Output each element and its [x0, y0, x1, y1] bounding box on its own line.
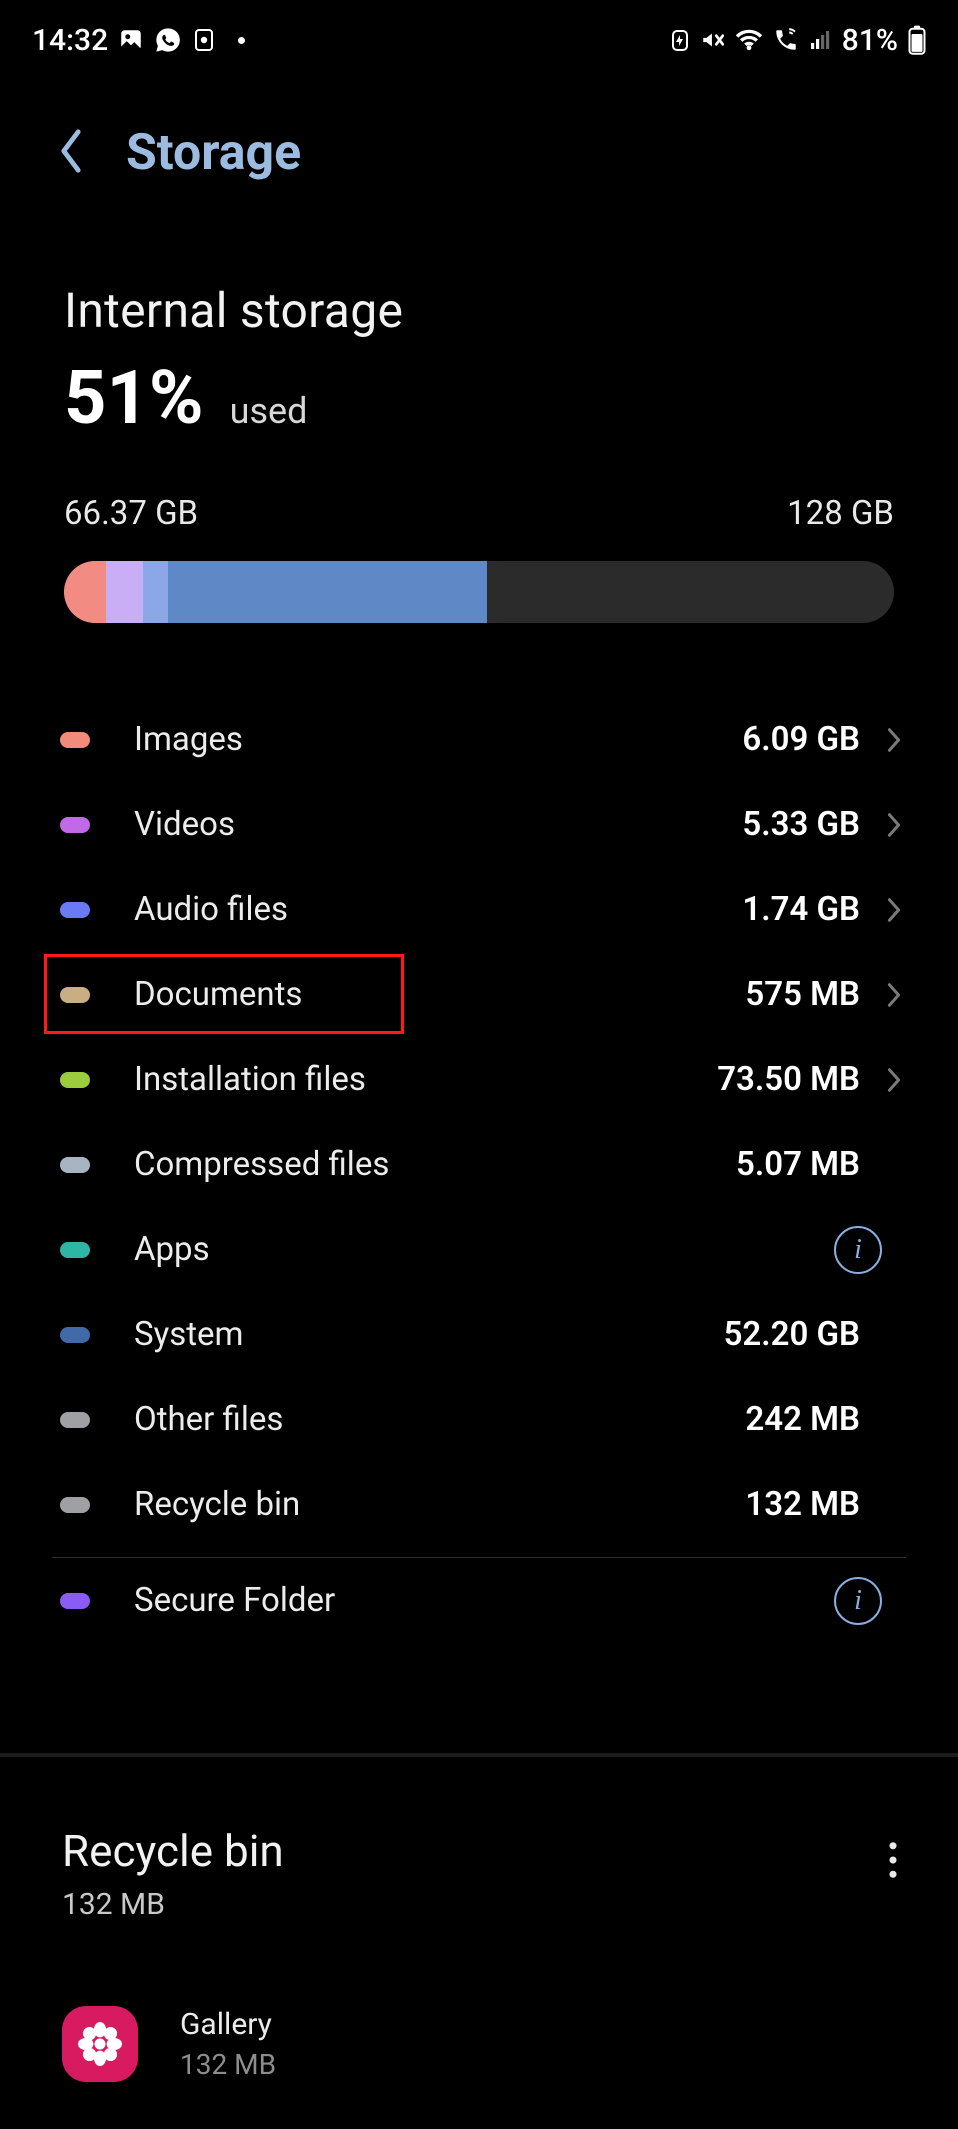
recycle-bin-subtitle: 132 MB [62, 1887, 284, 1922]
chevron-right-icon [882, 1066, 906, 1094]
installation-chip [60, 1072, 90, 1088]
gallery-size: 132 MB [180, 2048, 276, 2081]
chevron-right-icon [882, 981, 906, 1009]
total-gb: 128 GB [787, 494, 894, 533]
storage-item-system: System52.20 GB [52, 1292, 906, 1377]
status-left: 14:32 [32, 23, 245, 58]
used-label: used [230, 390, 308, 442]
apps-chip [60, 1242, 90, 1258]
recycle-bin-title: Recycle bin [62, 1825, 284, 1877]
usage-bar-segment [168, 561, 488, 623]
app-header: Storage [0, 70, 958, 182]
status-bar: 14:32 81% [0, 0, 958, 70]
secure-folder-row-wrapper: Secure Folder i [0, 1558, 958, 1643]
storage-item-label: Images [134, 720, 742, 759]
storage-item-compressed: Compressed files5.07 MB [52, 1122, 906, 1207]
used-gb: 66.37 GB [64, 494, 198, 533]
storage-item-documents[interactable]: Documents575 MB [52, 952, 906, 1037]
info-icon[interactable]: i [834, 1226, 882, 1274]
storage-item-value: 1.74 GB [742, 890, 860, 929]
more-icon[interactable] [888, 1825, 898, 1883]
storage-item-label: Compressed files [134, 1145, 736, 1184]
storage-summary: Internal storage 51% used 66.37 GB 128 G… [0, 182, 958, 623]
storage-item-recyclebin: Recycle bin132 MB [52, 1462, 906, 1547]
battery-icon [908, 25, 926, 55]
mute-icon [700, 27, 726, 53]
back-icon[interactable] [56, 127, 86, 179]
usage-bar-segment [64, 561, 106, 623]
usage-bar-segment [143, 561, 168, 623]
storage-item-videos[interactable]: Videos5.33 GB [52, 782, 906, 867]
compressed-chip [60, 1157, 90, 1173]
secure-folder-label: Secure Folder [134, 1581, 834, 1620]
gallery-label: Gallery [180, 2007, 276, 2042]
storage-item-label: Installation files [134, 1060, 717, 1099]
usage-bar-segment [106, 561, 143, 623]
audio-chip [60, 902, 90, 918]
storage-item-label: Videos [134, 805, 742, 844]
recycle-bin-header: Recycle bin 132 MB [0, 1757, 958, 1922]
wifi-icon [734, 28, 764, 52]
storage-item-label: Other files [134, 1400, 745, 1439]
gallery-app-icon [62, 2006, 138, 2082]
battery-text: 81% [842, 23, 898, 58]
storage-item-label: Documents [134, 975, 745, 1014]
storage-item-value: 242 MB [745, 1400, 860, 1439]
storage-item-other: Other files242 MB [52, 1377, 906, 1462]
status-right: 81% [668, 23, 926, 58]
other-chip [60, 1412, 90, 1428]
documents-chip [60, 987, 90, 1003]
gallery-status-icon [118, 27, 144, 53]
storage-item-apps[interactable]: Appsi [52, 1207, 906, 1292]
system-chip [60, 1327, 90, 1343]
signal-icon [808, 28, 832, 52]
storage-item-value: 575 MB [745, 975, 860, 1014]
notification-dot-icon [238, 37, 245, 44]
storage-item-audio[interactable]: Audio files1.74 GB [52, 867, 906, 952]
secure-folder-chip [60, 1593, 90, 1609]
internal-storage-label: Internal storage [64, 282, 894, 339]
storage-item-label: Audio files [134, 890, 742, 929]
videos-chip [60, 817, 90, 833]
storage-item-value: 132 MB [745, 1485, 860, 1524]
recyclebin-chip [60, 1497, 90, 1513]
chevron-right-icon [882, 811, 906, 839]
recycle-item-gallery[interactable]: Gallery 132 MB [0, 1922, 958, 2082]
app-status-icon [192, 27, 216, 53]
chevron-right-icon [882, 896, 906, 924]
used-percent: 51% [64, 355, 204, 442]
storage-item-value: 6.09 GB [742, 720, 860, 759]
storage-category-list: Images6.09 GBVideos5.33 GBAudio files1.7… [0, 697, 958, 1547]
clock: 14:32 [32, 23, 108, 58]
wifi-calling-icon [772, 27, 800, 53]
usage-bar [64, 561, 894, 623]
storage-item-value: 52.20 GB [724, 1315, 860, 1354]
storage-item-label: Recycle bin [134, 1485, 745, 1524]
power-share-icon [668, 27, 692, 53]
page-title: Storage [126, 124, 301, 182]
storage-item-label: Apps [134, 1230, 834, 1269]
info-icon[interactable]: i [834, 1577, 882, 1625]
storage-item-secure-folder[interactable]: Secure Folder i [52, 1558, 906, 1643]
storage-item-value: 73.50 MB [717, 1060, 860, 1099]
storage-item-images[interactable]: Images6.09 GB [52, 697, 906, 782]
whatsapp-status-icon [154, 26, 182, 54]
storage-item-label: System [134, 1315, 724, 1354]
images-chip [60, 732, 90, 748]
storage-item-value: 5.33 GB [742, 805, 860, 844]
storage-item-value: 5.07 MB [736, 1145, 860, 1184]
storage-item-installation[interactable]: Installation files73.50 MB [52, 1037, 906, 1122]
chevron-right-icon [882, 726, 906, 754]
